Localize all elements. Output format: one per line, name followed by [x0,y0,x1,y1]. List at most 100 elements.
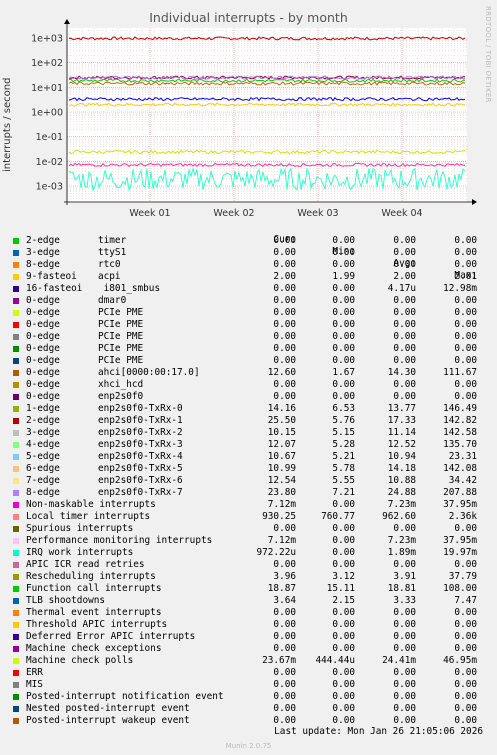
legend-max-value: 0.00 [454,247,477,258]
legend-cur-value: 0.00 [273,619,296,630]
legend-cur-value: 12.60 [267,367,296,378]
legend-row: 4-edge enp2s0f0-TxRx-3 12.07 5.28 12.52 135.7… [12,439,492,451]
legend-row: TLB shootdowns 3.64 2.15 3.33 7.47 [12,595,492,607]
legend-device-label: enp2s0f0 [98,391,144,402]
legend-max-value: 37.79 [448,571,477,582]
legend-cur-value: 0.00 [273,703,296,714]
legend-irq-label: 9-fasteoi [26,271,77,282]
legend-cur-value: 0.00 [273,283,296,294]
legend-row: MIS 0.00 0.00 0.00 0.00 [12,679,492,691]
legend-row: Nested posted-interrupt event 0.00 0.00 0.0… [12,703,492,715]
legend-min-value: 0.00 [332,667,355,678]
legend-irq-label: 0-edge [26,319,60,330]
legend-swatch [13,298,19,304]
legend-max-value: 146.49 [443,403,477,414]
legend-row: 7-edge enp2s0f0-TxRx-6 12.54 5.55 10.88 34.42 [12,475,492,487]
legend-cur-value: 0.00 [273,379,296,390]
legend-header: Cur: Min: Avg: Max: [12,222,492,281]
legend-avg-value: 1.89m [387,547,416,558]
legend-max-value: 37.95m [443,499,477,510]
legend-irq-label: 0-edge [26,343,60,354]
legend-min-value: 1.67 [332,367,355,378]
legend-cur-value: 0.00 [273,559,296,570]
last-update: Last update: Mon Jan 26 21:05:06 2026 [274,726,483,737]
legend-avg-value: 0.00 [393,295,416,306]
legend-device-label: enp2s0f0-TxRx-5 [98,463,183,474]
legend-row: Machine check exceptions 0.00 0.00 0.00 0.00 [12,643,492,655]
legend-max-value: 12.98m [443,283,477,294]
legend-max-value: 0.00 [454,643,477,654]
legend-row: IRQ work interrupts 972.22u 0.00 1.89m 19.97… [12,547,492,559]
legend-avg-value: 0.00 [393,703,416,714]
legend-device-label: enp2s0f0-TxRx-6 [98,475,183,486]
interrupts-chart: 1e+03 1e+02 1e+01 1e+00 1e-01 1e-02 1e-03 Week… [31,19,477,219]
legend-max-value: 0.00 [454,343,477,354]
legend-irq-label: 1-edge [26,403,60,414]
legend-min-value: 3.12 [332,571,355,582]
legend-swatch [13,310,19,316]
legend-swatch [13,538,19,544]
legend-avg-value: 0.00 [393,319,416,330]
legend-avg-value: 2.00 [393,271,416,282]
legend-swatch [13,610,19,616]
legend-row: Threshold APIC interrupts 0.00 0.00 0.00 0.0… [12,619,492,631]
legend-cur-value: 0.00 [273,691,296,702]
legend-cur-value: 10.15 [267,427,296,438]
legend-avg-value: 3.91 [393,571,416,582]
legend-max-value: 23.31 [448,451,477,462]
legend-row: Function call interrupts 18.87 15.11 18.81 1… [12,583,492,595]
legend-swatch [13,274,19,280]
legend-avg-value: 0.00 [393,691,416,702]
legend-irq-label: 3-edge [26,247,60,258]
legend-min-value: 0.00 [332,307,355,318]
legend-irq-label: 0-edge [26,379,60,390]
legend-min-value: 5.78 [332,463,355,474]
legend-row: 0-edge xhci_hcd 0.00 0.00 0.00 0.00 [12,379,492,391]
y-ticks: 1e+03 1e+02 1e+01 1e+00 1e-01 1e-02 1e-03 [31,34,63,193]
legend-max-value: 142.82 [443,415,477,426]
y-tick-label: 1e+00 [31,108,63,119]
legend-irq-label: 2-edge [26,235,60,246]
legend-swatch [13,454,19,460]
legend-min-value: 0.00 [332,343,355,354]
legend-min-value: 760.77 [321,511,355,522]
legend-row: 0-edge enp2s0f0 0.00 0.00 0.00 0.00 [12,391,492,403]
legend-cur-value: 0.00 [273,643,296,654]
legend-row: 3-edge enp2s0f0-TxRx-2 10.15 5.15 11.14 142.5… [12,427,492,439]
legend-min-value: 0.00 [332,499,355,510]
legend-swatch [13,370,19,376]
legend-max-value: 0.00 [454,307,477,318]
legend-min-value: 0.00 [332,619,355,630]
y-tick-label: 1e-03 [36,182,63,193]
legend-row: Rescheduling interrupts 3.96 3.12 3.91 37.79 [12,571,492,583]
legend-avg-value: 0.00 [393,247,416,258]
y-axis-arrow [64,19,70,24]
x-tick-label: Week 03 [297,208,338,219]
legend-cur-value: 3.96 [273,571,296,582]
legend-row: 0-edge ahci[0000:00:17.0] 12.60 1.67 14.30 11… [12,367,492,379]
legend-irq-label: Posted-interrupt notification event [26,691,224,702]
legend-irq-label: 8-edge [26,259,60,270]
legend-irq-label: 3-edge [26,427,60,438]
legend-min-value: 0.00 [332,235,355,246]
legend-max-value: 37.95m [443,535,477,546]
legend-irq-label: APIC ICR read retries [26,559,145,570]
legend-irq-label: 0-edge [26,355,60,366]
legend-swatch [13,670,19,676]
legend-row: 8-edge rtc0 0.00 0.00 0.00 0.00 [12,259,492,271]
munin-version: Munin 2.0.75 [225,742,272,750]
legend-swatch [13,250,19,256]
legend-avg-value: 18.81 [387,583,416,594]
legend-row: 5-edge enp2s0f0-TxRx-4 10.67 5.21 10.94 23.31 [12,451,492,463]
y-tick-label: 1e+01 [31,83,63,94]
legend-min-value: 0.00 [332,559,355,570]
legend-max-value: 19.97m [443,547,477,558]
legend-min-value: 0.00 [332,283,355,294]
legend-max-value: 0.00 [454,319,477,330]
legend-irq-label: 8-edge [26,487,60,498]
legend-avg-value: 0.00 [393,643,416,654]
legend-min-value: 5.55 [332,475,355,486]
legend-irq-label: Deferred Error APIC interrupts [26,631,196,642]
legend-cur-value: 2.00 [273,271,296,282]
legend-row: ERR 0.00 0.00 0.00 0.00 [12,667,492,679]
